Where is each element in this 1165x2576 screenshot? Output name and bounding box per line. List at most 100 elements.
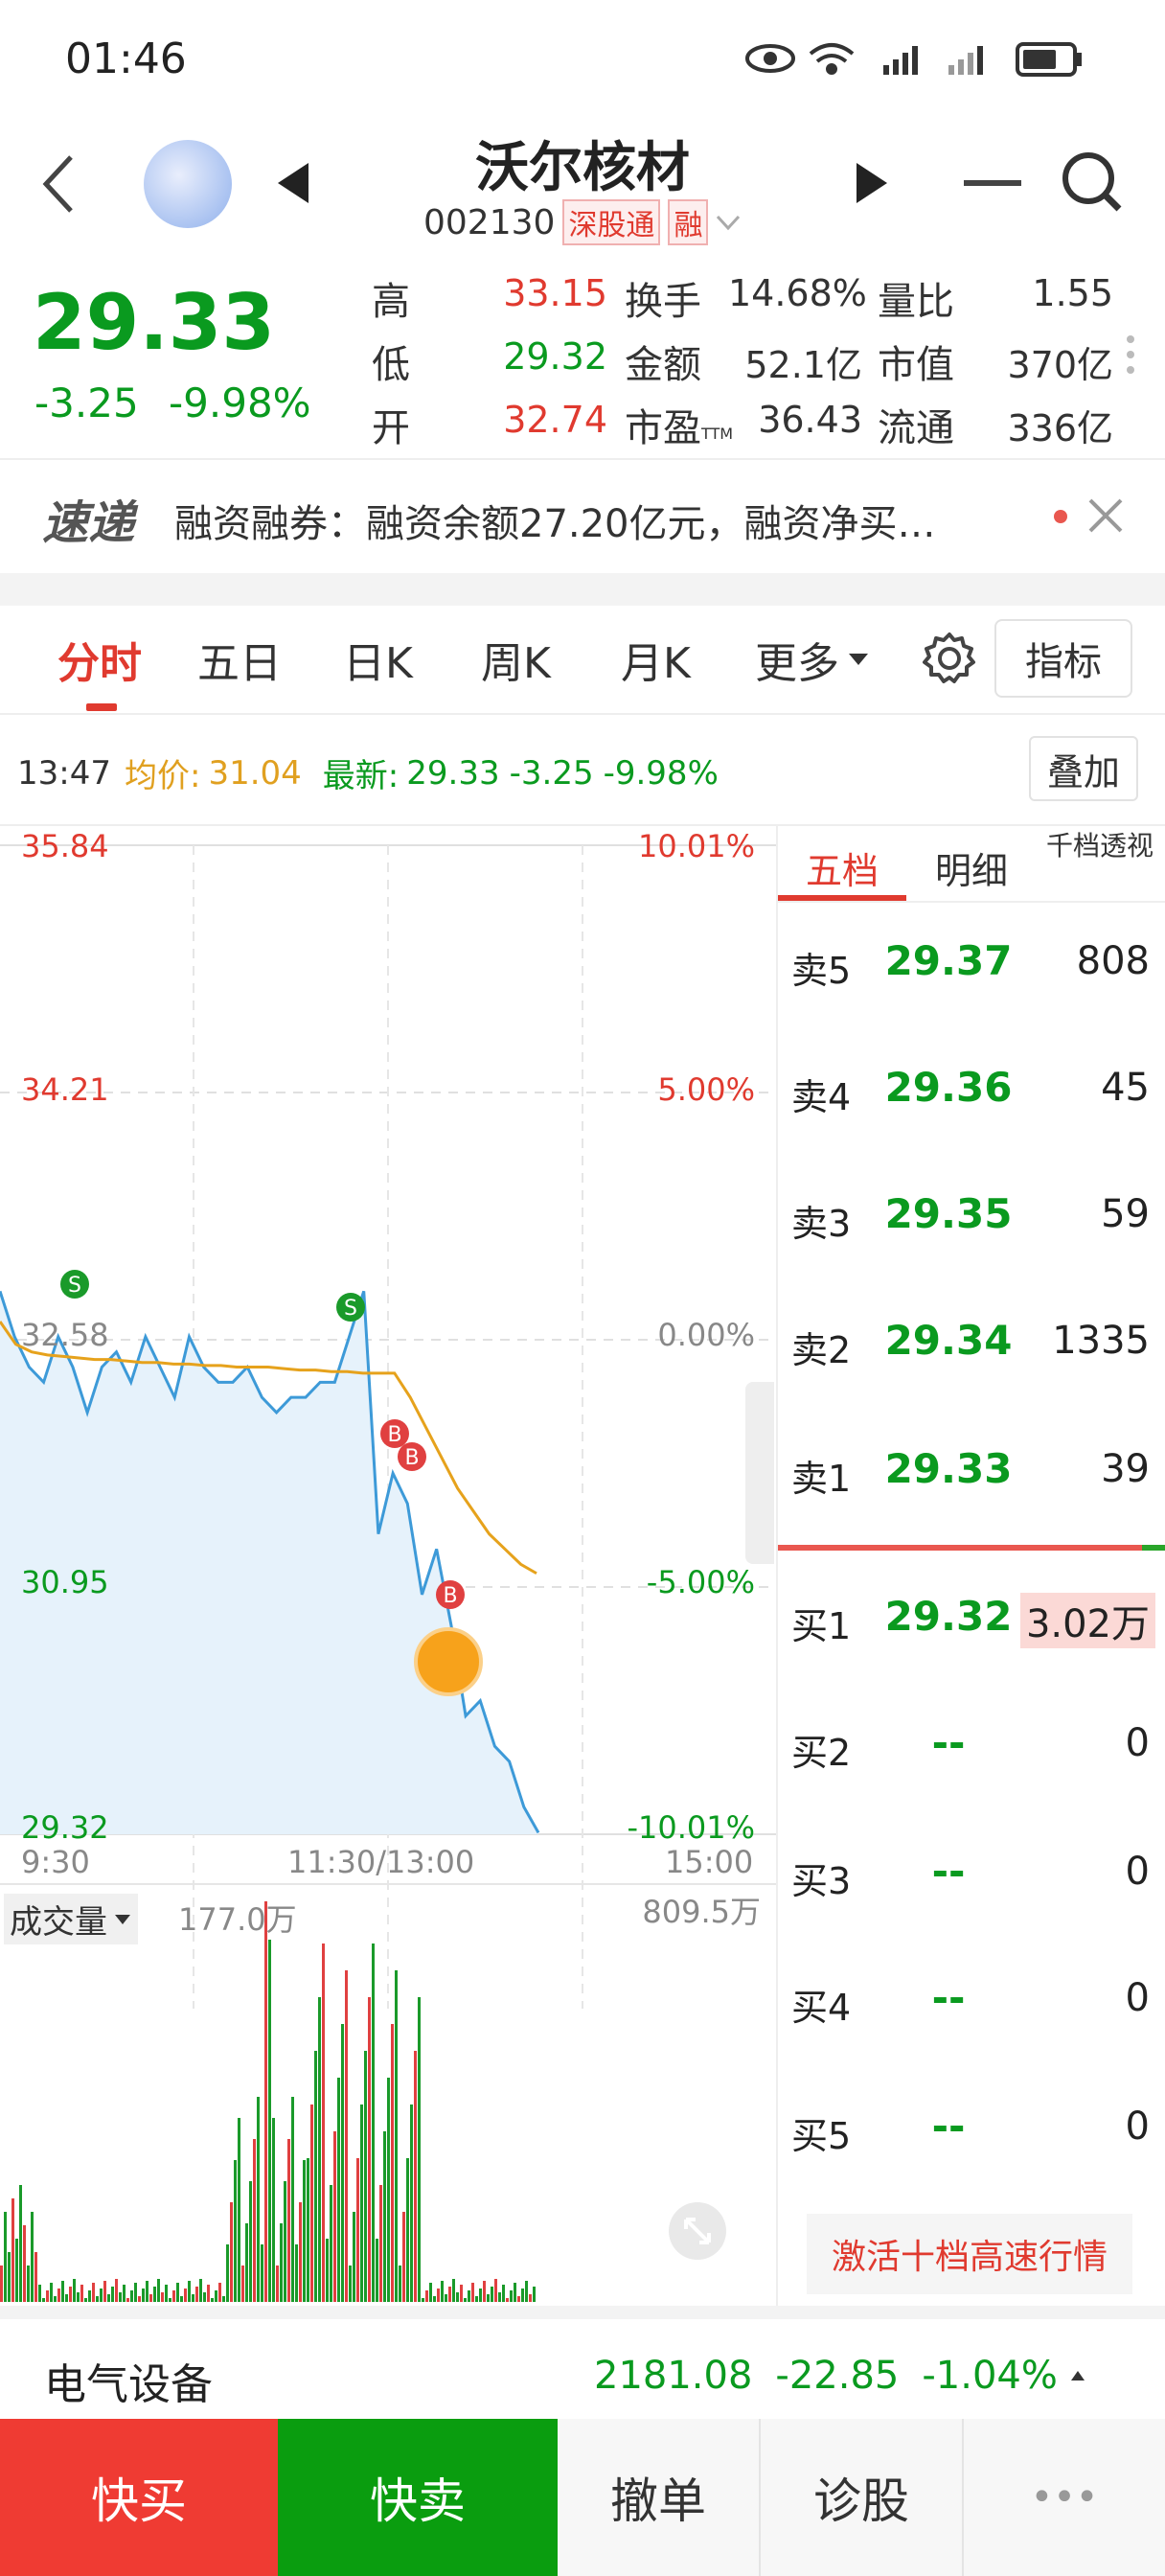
volume-bar — [238, 2118, 240, 2302]
indicator-button[interactable]: 指标 — [994, 619, 1132, 698]
expand-chart-button[interactable] — [669, 2202, 726, 2260]
buy-1-price[interactable]: 29.32 — [881, 1593, 1016, 1640]
sell-3-price[interactable]: 29.35 — [881, 1190, 1016, 1237]
volume-bar — [471, 2283, 474, 2302]
tab-order-book[interactable]: 五档 — [778, 841, 906, 894]
more-actions-button[interactable]: ••• — [964, 2419, 1165, 2576]
quick-buy-button[interactable]: 快买 — [0, 2419, 278, 2576]
volume-bar — [314, 2051, 317, 2302]
volume-bar — [207, 2285, 210, 2302]
volume-bar — [215, 2290, 217, 2302]
volume-max: 809.5万 — [642, 1894, 761, 1930]
buy-3-label: 买3 — [791, 1860, 852, 1902]
volume-bar — [326, 2239, 329, 2302]
volume-bar — [222, 2296, 225, 2302]
volume-bar — [399, 2266, 401, 2302]
buy-2-qty: 0 — [1125, 1721, 1150, 1765]
sell-1-price[interactable]: 29.33 — [881, 1445, 1016, 1492]
info-time: 13:47 — [17, 753, 111, 793]
news-unread-dot — [1054, 510, 1067, 523]
tab-daily-k[interactable]: 日K — [343, 629, 413, 690]
y-left-top: 35.84 — [21, 828, 109, 864]
volume-bar — [425, 2290, 428, 2302]
buy-4-price[interactable]: -- — [881, 1974, 1016, 2021]
highlight-badge[interactable] — [414, 1627, 483, 1696]
volume-bar — [100, 2288, 103, 2302]
chart-side-handle[interactable] — [745, 1382, 774, 1564]
volume-bar — [310, 2104, 313, 2302]
overlay-button[interactable]: 叠加 — [1029, 736, 1138, 801]
buy-3-price[interactable]: -- — [881, 1848, 1016, 1895]
volume-bar — [494, 2279, 497, 2302]
tab-depth[interactable]: 千档透视 — [1044, 830, 1155, 862]
stock-code: 002130 — [423, 202, 556, 242]
volume-bar — [364, 2051, 367, 2302]
buy-2-price[interactable]: -- — [881, 1719, 1016, 1766]
y-left-bottom: 29.32 — [21, 1809, 109, 1846]
minimize-button[interactable] — [964, 180, 1021, 186]
cancel-order-button[interactable]: 撤单 — [558, 2419, 761, 2576]
sector-change: -22.85 — [775, 2354, 900, 2398]
tab-weekly-k[interactable]: 周K — [481, 629, 551, 690]
float-cap-label: 流通 — [878, 406, 954, 450]
volume-bar — [307, 2158, 309, 2302]
volume-bar — [406, 2158, 409, 2302]
next-stock-button[interactable] — [853, 161, 891, 209]
tab-monthly-k[interactable]: 月K — [621, 629, 691, 690]
news-text[interactable]: 融资融券：融资余额27.20亿元，融资净买… — [174, 493, 936, 548]
tag-margin[interactable]: 融 — [668, 199, 709, 245]
close-news-button[interactable] — [1086, 496, 1125, 539]
tag-exchange[interactable]: 深股通 — [562, 199, 661, 245]
settings-button[interactable] — [922, 631, 977, 690]
sector-pct: -1.04% — [922, 2354, 1058, 2398]
sell-4-price[interactable]: 29.36 — [881, 1064, 1016, 1111]
current-price: 29.33 — [33, 278, 276, 367]
volume-bar — [353, 2212, 355, 2302]
activate-fast-quotes-button[interactable]: 激活十档高速行情 — [807, 2214, 1132, 2294]
buy-4-label: 买4 — [791, 1987, 852, 2029]
volume-bar — [517, 2296, 520, 2302]
volume-bar — [130, 2290, 133, 2302]
volume-bar — [521, 2288, 524, 2302]
buy-4-qty: 0 — [1125, 1976, 1150, 2020]
volume-bar — [234, 2160, 237, 2302]
sell-5-price[interactable]: 29.37 — [881, 937, 1016, 984]
volume-bar — [299, 2202, 302, 2302]
volume-current: 177.0万 — [178, 1901, 297, 1938]
news-logo: 速递 — [42, 496, 135, 550]
volume-bar — [487, 2294, 490, 2302]
volume-bar — [330, 2185, 332, 2302]
tab-more[interactable]: 更多 — [755, 629, 870, 690]
volume-bar — [11, 2198, 14, 2302]
search-icon — [1062, 152, 1122, 212]
volume-bar — [387, 2078, 390, 2302]
sector-name[interactable]: 电气设备 — [44, 2350, 213, 2411]
volume-bar — [169, 2298, 171, 2302]
quick-sell-button[interactable]: 快卖 — [278, 2419, 558, 2576]
volume-selector[interactable]: 成交量 — [4, 1894, 138, 1944]
volume-bar — [195, 2287, 198, 2302]
close-icon — [1088, 498, 1123, 533]
sell-2-price[interactable]: 29.34 — [881, 1317, 1016, 1364]
volume-bar — [15, 2239, 18, 2302]
volume-bar — [452, 2279, 455, 2302]
volume-bars — [0, 1901, 536, 2302]
tab-details[interactable]: 明细 — [908, 841, 1035, 894]
tab-intraday[interactable]: 分时 — [57, 629, 142, 690]
vol-ratio-value: 1.55 — [1032, 272, 1113, 314]
buy-5-price[interactable]: -- — [881, 2103, 1016, 2150]
section-gap — [0, 573, 1165, 606]
volume-bar — [468, 2290, 470, 2302]
high-value: 33.15 — [503, 272, 607, 314]
search-button[interactable] — [1060, 150, 1123, 217]
latest-value: 29.33 — [406, 753, 500, 793]
mkt-cap-label: 市值 — [878, 343, 954, 387]
diagnose-button[interactable]: 诊股 — [761, 2419, 964, 2576]
volume-bar — [27, 2266, 30, 2302]
price-change-pct: -9.98% — [169, 380, 311, 426]
more-dots-icon[interactable] — [1127, 335, 1136, 374]
stock-code-line: 002130 深股通 融 — [423, 199, 742, 245]
volume-bar — [42, 2298, 45, 2302]
sector-quote[interactable]: 2181.08 -22.85 -1.04% — [594, 2354, 1086, 2398]
tab-5day[interactable]: 五日 — [197, 629, 282, 690]
